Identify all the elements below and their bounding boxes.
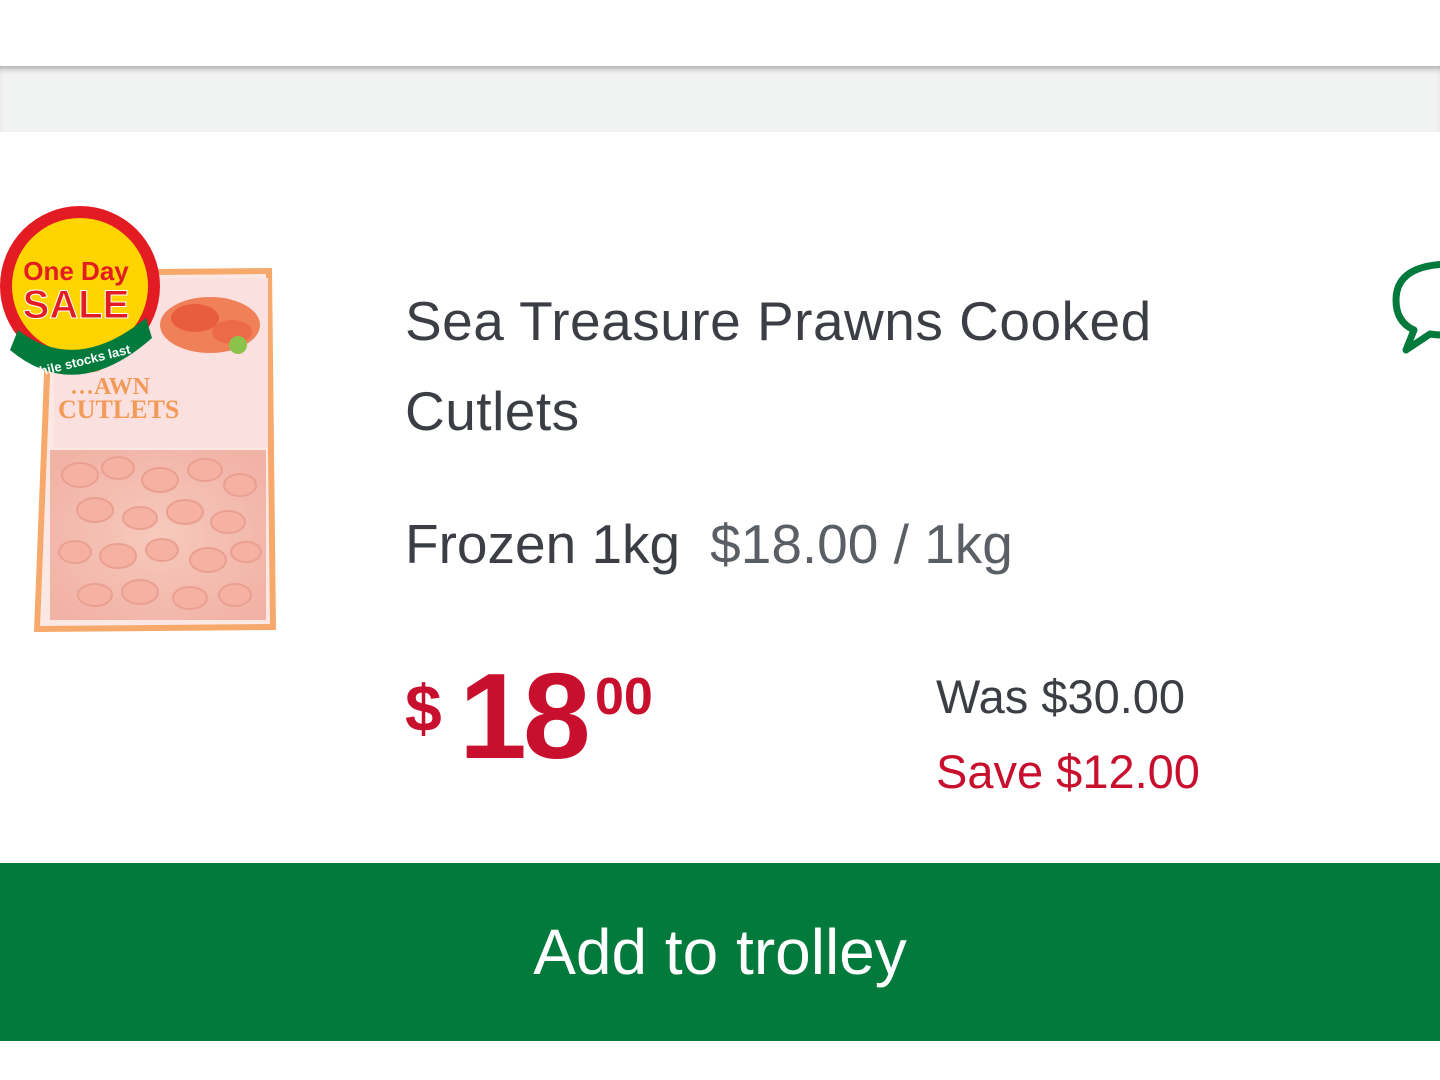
price-dollars: 18 <box>459 648 591 784</box>
bottom-strip <box>0 1041 1440 1080</box>
product-title[interactable]: Sea Treasure Prawns Cooked Cutlets <box>405 276 1305 456</box>
packaging-text-line3: CUTLETS <box>58 395 179 424</box>
product-size: Frozen 1kg <box>405 513 681 575</box>
add-to-trolley-button[interactable]: Add to trolley <box>0 863 1440 1041</box>
was-price: Was $30.00 <box>936 670 1186 723</box>
chat-bubble-icon[interactable] <box>1392 258 1440 354</box>
badge-line2: SALE <box>23 283 130 327</box>
price-dollar-sign: $ <box>405 671 442 745</box>
badge-line1: One Day <box>23 256 129 286</box>
save-price: Save $12.00 <box>936 745 1200 798</box>
one-day-sale-badge: One Day SALE While stocks last <box>0 206 160 382</box>
size-row: Frozen 1kg $18.00 / 1kg <box>405 512 1013 576</box>
section-separator <box>0 66 1440 132</box>
top-bar <box>0 0 1440 66</box>
unit-price: $18.00 / 1kg <box>710 513 1013 575</box>
price-cents: 00 <box>595 668 653 726</box>
